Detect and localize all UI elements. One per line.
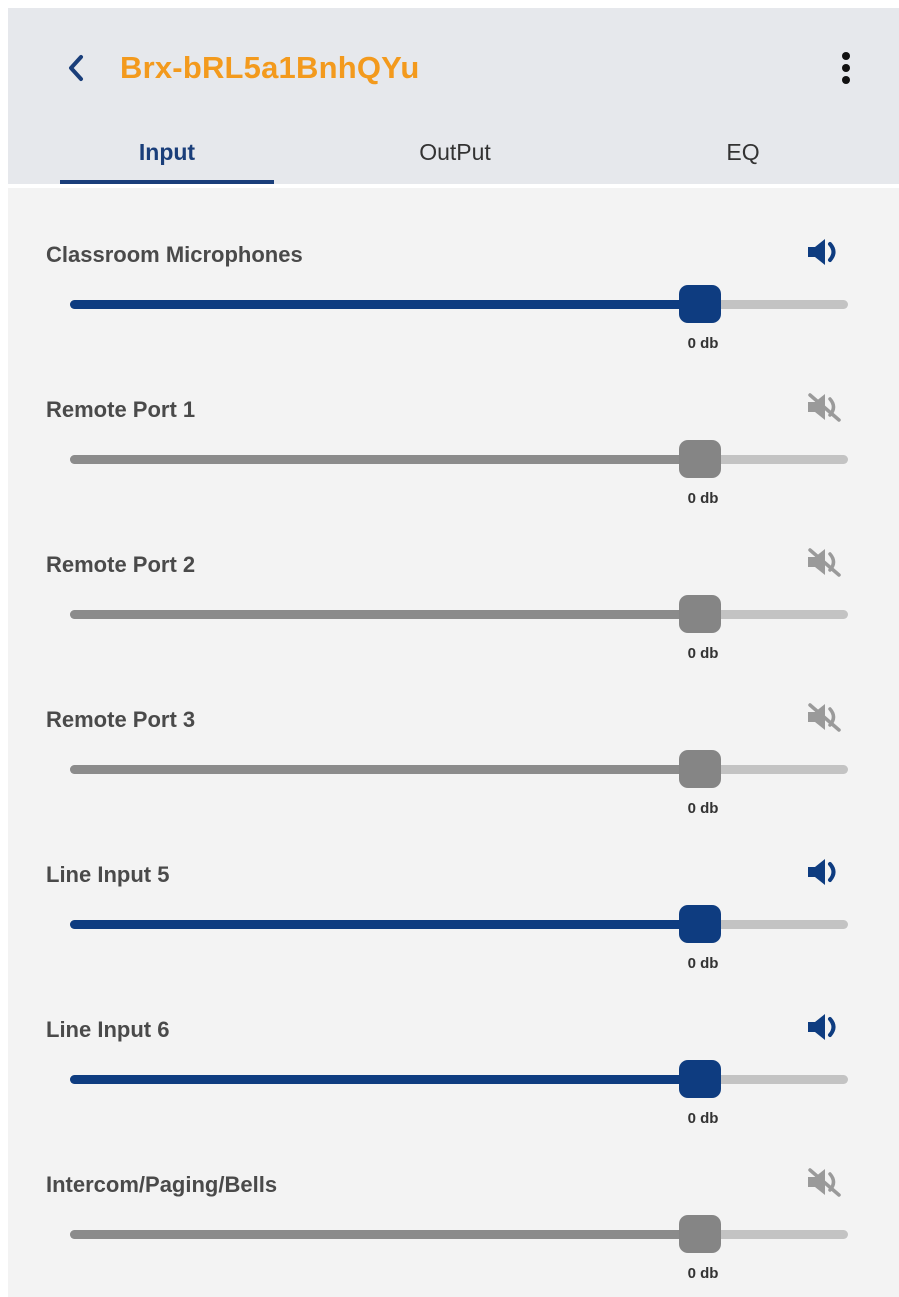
speaker-icon xyxy=(806,1012,842,1047)
speaker-muted-icon xyxy=(806,702,842,737)
channel-label: Intercom/Paging/Bells xyxy=(46,1172,278,1197)
mute-toggle-button[interactable] xyxy=(804,856,844,892)
volume-value: 0 db xyxy=(687,1110,719,1127)
slider-thumb[interactable] xyxy=(679,1060,721,1098)
volume-slider[interactable] xyxy=(70,904,848,944)
speaker-muted-icon xyxy=(806,1167,842,1202)
volume-value: 0 db xyxy=(687,1265,719,1282)
slider-thumb[interactable] xyxy=(679,1215,721,1253)
slider-thumb[interactable] xyxy=(679,905,721,943)
tab-bar: Input OutPut EQ xyxy=(8,120,899,188)
speaker-icon xyxy=(806,237,842,272)
mute-toggle-button[interactable] xyxy=(804,1011,844,1047)
volume-slider[interactable] xyxy=(70,284,848,324)
back-button[interactable] xyxy=(56,44,96,92)
mute-toggle-button[interactable] xyxy=(804,236,844,272)
slider-thumb[interactable] xyxy=(679,750,721,788)
volume-value: 0 db xyxy=(687,645,719,662)
volume-slider[interactable] xyxy=(70,1059,848,1099)
channel-row: Remote Port 3 0 db xyxy=(8,702,899,860)
app-screen: Brx-bRL5a1BnhQYu Input OutPut EQ Classro… xyxy=(8,8,899,1297)
tab-eq[interactable]: EQ xyxy=(636,120,850,184)
device-title: Brx-bRL5a1BnhQYu xyxy=(120,50,420,85)
slider-fill xyxy=(70,610,700,619)
channel-row: Line Input 5 0 db xyxy=(8,858,899,1015)
channel-row: Intercom/Paging/Bells 0 db xyxy=(8,1167,899,1297)
volume-slider[interactable] xyxy=(70,439,848,479)
volume-slider[interactable] xyxy=(70,749,848,789)
channel-label: Remote Port 2 xyxy=(46,552,196,577)
mute-toggle-button[interactable] xyxy=(804,1166,844,1202)
volume-slider[interactable] xyxy=(70,594,848,634)
channel-label: Remote Port 1 xyxy=(46,397,196,422)
channel-row: Remote Port 1 0 db xyxy=(8,392,899,550)
tab-output[interactable]: OutPut xyxy=(348,120,562,184)
channel-row: Line Input 6 0 db xyxy=(8,1013,899,1170)
channel-label: Line Input 5 xyxy=(46,862,170,887)
volume-value: 0 db xyxy=(687,490,719,507)
chevron-left-icon xyxy=(69,55,83,81)
slider-fill xyxy=(70,920,700,929)
slider-thumb[interactable] xyxy=(679,595,721,633)
slider-fill xyxy=(70,765,700,774)
volume-slider[interactable] xyxy=(70,1214,848,1254)
app-header: Brx-bRL5a1BnhQYu Input OutPut EQ xyxy=(8,8,899,188)
slider-thumb[interactable] xyxy=(679,440,721,478)
volume-value: 0 db xyxy=(687,955,719,972)
overflow-menu-button[interactable] xyxy=(826,44,866,92)
channel-label: Classroom Microphones xyxy=(46,242,303,267)
mute-toggle-button[interactable] xyxy=(804,546,844,582)
volume-value: 0 db xyxy=(687,800,719,817)
slider-fill xyxy=(70,300,700,309)
channel-row: Classroom Microphones 0 db xyxy=(8,238,899,395)
slider-fill xyxy=(70,455,700,464)
header-divider xyxy=(8,184,899,188)
speaker-muted-icon xyxy=(806,547,842,582)
channel-label: Line Input 6 xyxy=(46,1017,170,1042)
tab-input[interactable]: Input xyxy=(60,120,274,184)
more-vertical-icon xyxy=(842,52,850,84)
slider-thumb[interactable] xyxy=(679,285,721,323)
channel-label: Remote Port 3 xyxy=(46,707,196,732)
channel-row: Remote Port 2 0 db xyxy=(8,547,899,705)
active-tab-indicator xyxy=(60,180,274,184)
speaker-icon xyxy=(806,857,842,892)
mute-toggle-button[interactable] xyxy=(804,391,844,427)
slider-fill xyxy=(70,1230,700,1239)
speaker-muted-icon xyxy=(806,392,842,427)
volume-value: 0 db xyxy=(687,335,719,352)
slider-fill xyxy=(70,1075,700,1084)
mute-toggle-button[interactable] xyxy=(804,701,844,737)
